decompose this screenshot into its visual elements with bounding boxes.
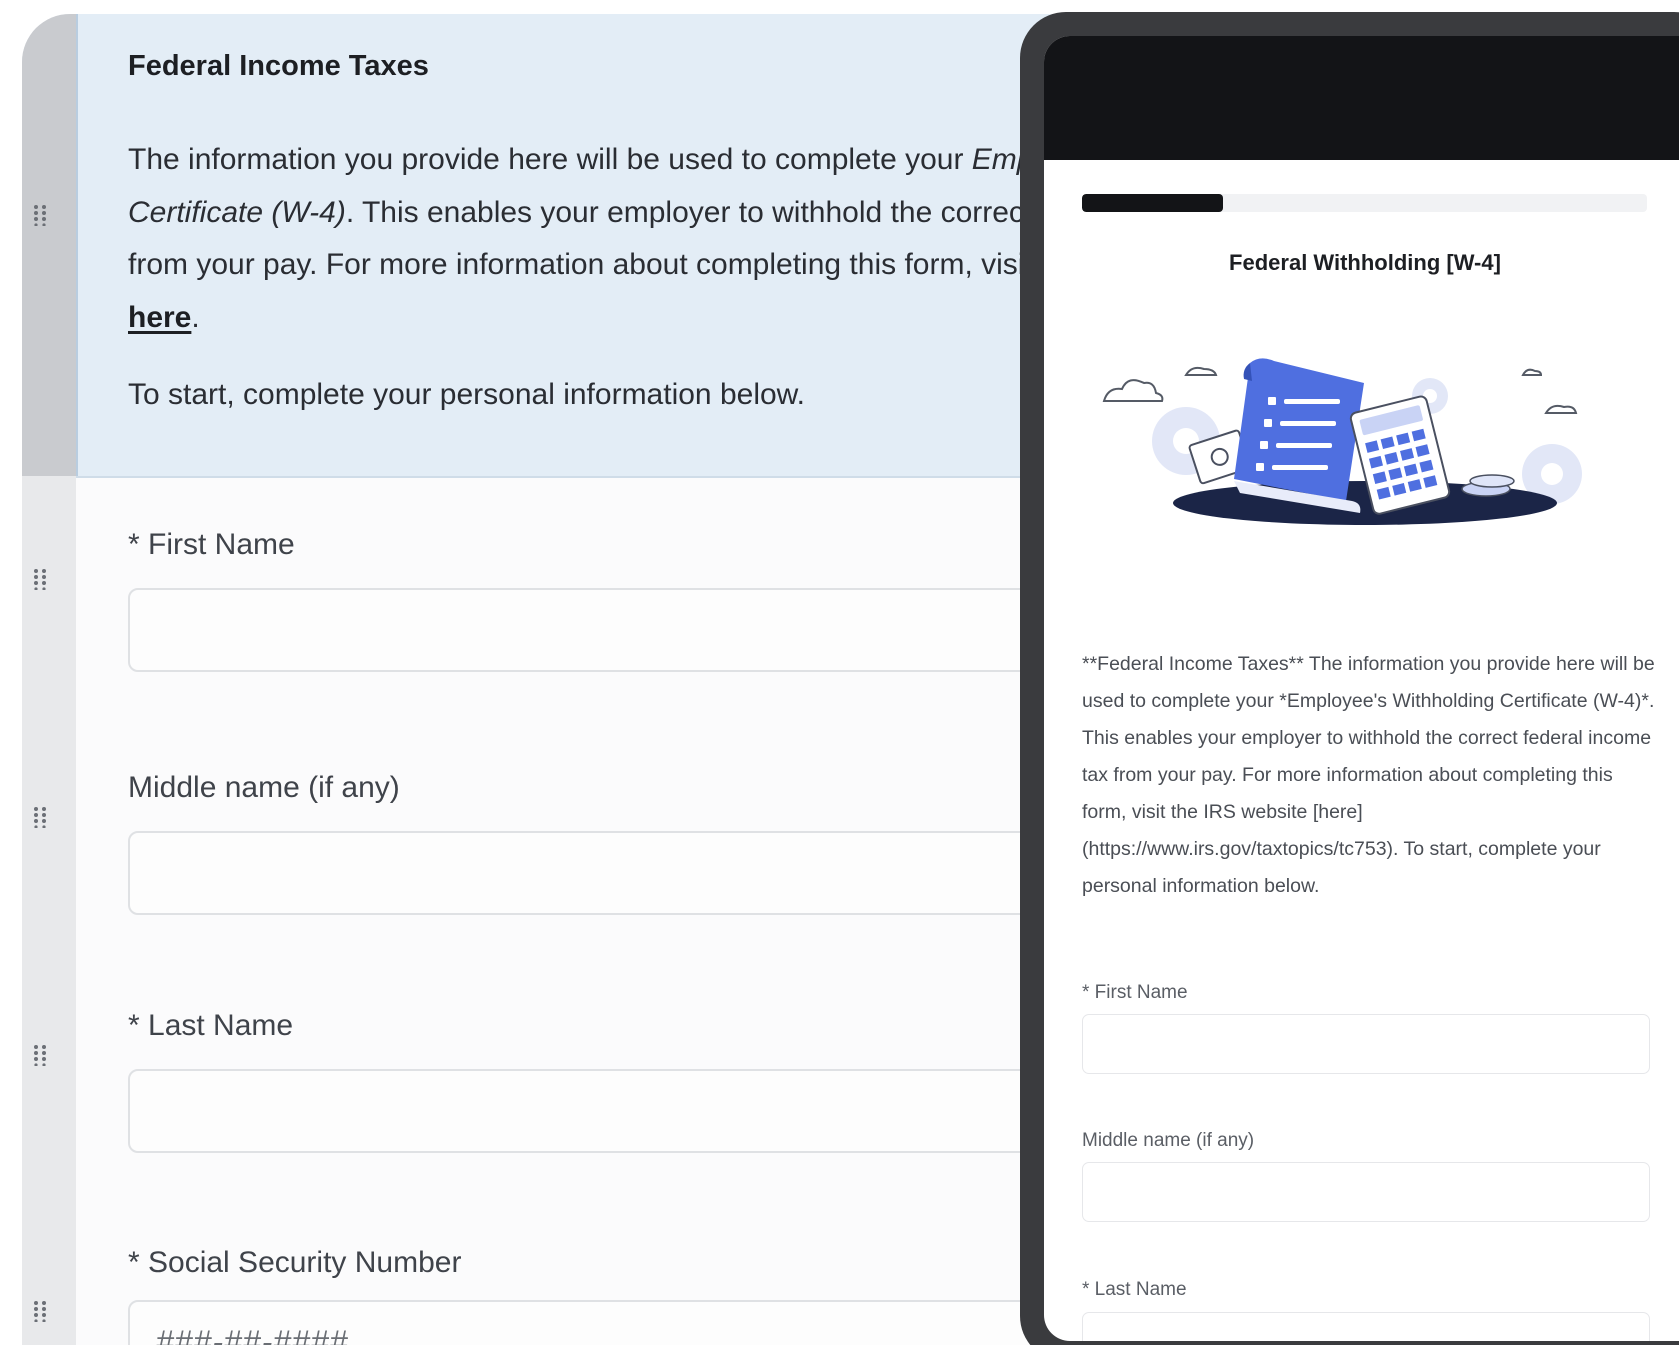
drag-handle-icon[interactable]: [33, 1300, 47, 1322]
preview-first-name-label: * First Name: [1082, 982, 1188, 1003]
intro-body-end: .: [191, 300, 200, 334]
preview-last-name-label: * Last Name: [1082, 1279, 1187, 1300]
drag-handle-icon[interactable]: [33, 568, 47, 590]
block-gutter: [22, 14, 78, 476]
form-progress-fill: [1082, 194, 1224, 212]
drag-handle-icon[interactable]: [33, 806, 47, 828]
ssn-label: * Social Security Number: [128, 1246, 462, 1279]
preview-middle-name-label: Middle name (if any): [1082, 1130, 1255, 1151]
block-gutter: [22, 697, 76, 935]
tax-forms-illustration-icon: [1102, 358, 1582, 525]
middle-name-label: Middle name (if any): [128, 771, 400, 804]
preview-body-text: **Federal Income Taxes** The information…: [1082, 653, 1655, 897]
phone-preview-screen[interactable]: Federal Withholding [W-4] **Federal Inco…: [1044, 36, 1679, 1341]
last-name-label: * Last Name: [128, 1009, 294, 1042]
intro-title: Federal Income Taxes: [128, 50, 429, 82]
block-gutter: [22, 935, 76, 1172]
drag-handle-icon[interactable]: [33, 204, 47, 226]
preview-middle-name-input[interactable]: [1082, 1162, 1650, 1222]
preview-title: Federal Withholding [W-4]: [1229, 250, 1501, 275]
preview-last-name-input[interactable]: [1082, 1312, 1650, 1341]
block-gutter: [22, 476, 76, 697]
form-progress-bar: [1082, 194, 1647, 212]
first-name-label: * First Name: [128, 528, 295, 561]
preview-first-name-input[interactable]: [1082, 1014, 1650, 1074]
intro-body-text: The information you provide here will be…: [128, 143, 972, 176]
phone-preview-frame: Federal Withholding [W-4] **Federal Inco…: [1020, 12, 1679, 1345]
block-gutter: [22, 1172, 76, 1345]
form-builder-screen: Federal Income Taxes The information you…: [0, 0, 1679, 1345]
irs-website-link[interactable]: here: [128, 301, 191, 334]
intro-start-text: To start, complete your personal informa…: [128, 378, 806, 411]
drag-handle-icon[interactable]: [33, 1044, 47, 1066]
phone-status-bar: [1044, 36, 1679, 160]
